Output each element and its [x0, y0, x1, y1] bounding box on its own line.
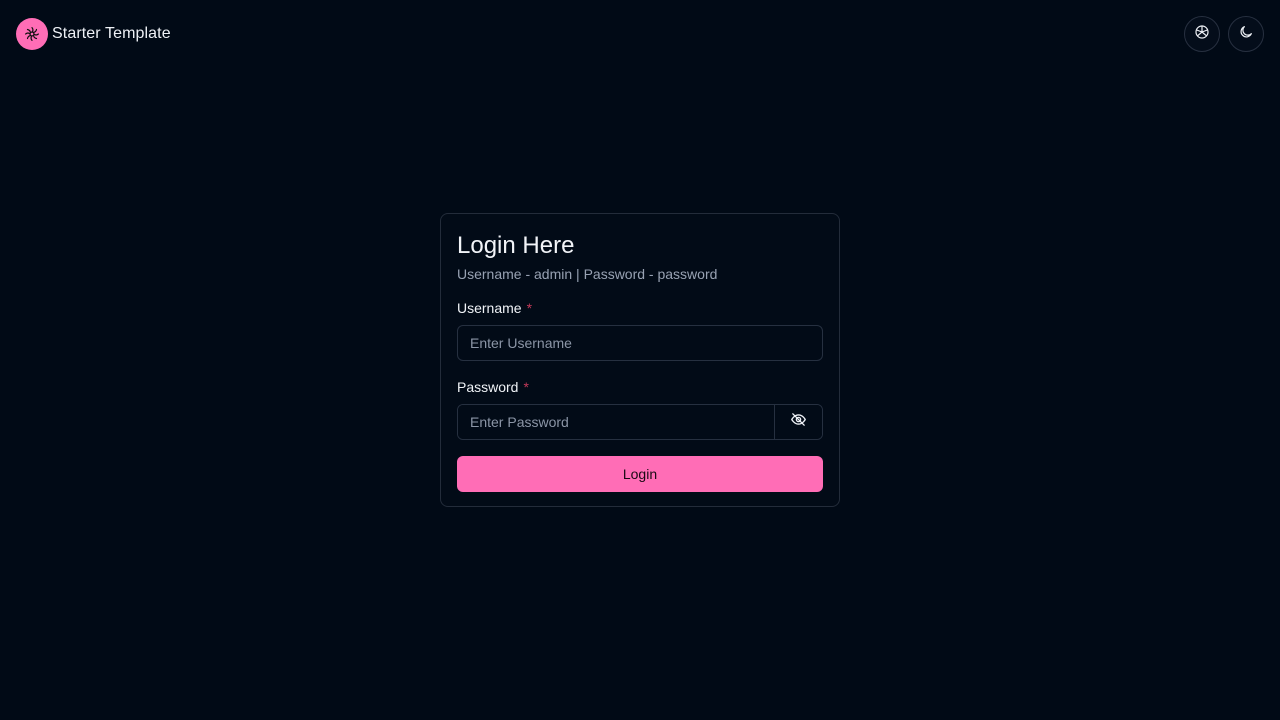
brand-name: Starter Template: [52, 25, 171, 42]
password-label: Password *: [457, 377, 823, 397]
dark-mode-toggle[interactable]: [1228, 16, 1264, 52]
username-input[interactable]: [457, 325, 823, 361]
password-input[interactable]: [458, 405, 774, 439]
toggle-password-visibility-button[interactable]: [774, 405, 822, 439]
login-title: Login Here: [457, 232, 575, 259]
header-actions: [1184, 16, 1264, 52]
theme-palette-icon: [1194, 24, 1210, 45]
login-hint: Username - admin | Password - password: [457, 266, 718, 282]
required-mark: *: [523, 379, 529, 395]
moon-icon: [1238, 24, 1254, 45]
username-label: Username *: [457, 298, 823, 318]
theme-palette-button[interactable]: [1184, 16, 1220, 52]
brand-link[interactable]: Starter Template: [16, 18, 171, 50]
username-label-text: Username: [457, 300, 522, 316]
login-card: Login Here Username - admin | Password -…: [440, 213, 840, 507]
logo-icon: [16, 18, 48, 50]
required-mark: *: [526, 300, 533, 316]
password-label-text: Password: [457, 379, 519, 395]
login-button[interactable]: Login: [457, 456, 823, 492]
password-field-group: [457, 404, 823, 440]
eye-off-icon: [790, 411, 807, 433]
top-header: Starter Template: [0, 0, 1280, 68]
